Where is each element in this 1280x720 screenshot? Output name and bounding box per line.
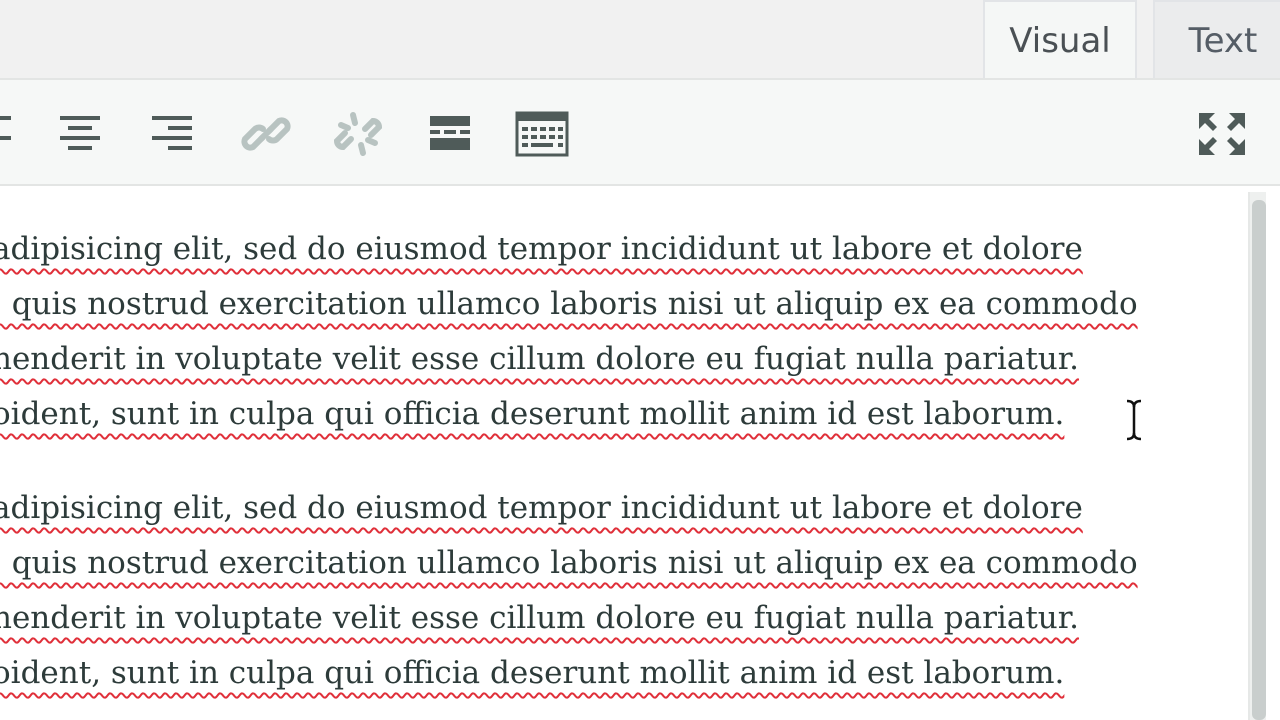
- link-icon[interactable]: [236, 104, 296, 164]
- text-line: , quis nostrud exercitation ullamco labo…: [0, 286, 1138, 322]
- scrollbar-thumb[interactable]: [1252, 200, 1266, 720]
- tab-text[interactable]: Text: [1153, 0, 1280, 80]
- paragraph[interactable]: adipisicing elit, sed do eiusmod tempor …: [0, 222, 1232, 442]
- toolbar-toggle-icon[interactable]: [512, 104, 572, 164]
- text-line: adipisicing elit, sed do eiusmod tempor …: [0, 490, 1083, 526]
- editor-toolbar: [0, 78, 1280, 186]
- text-cursor-icon: [1124, 398, 1144, 442]
- editor-tabs: Visual Text: [0, 0, 1280, 80]
- editor-text[interactable]: adipisicing elit, sed do eiusmod tempor …: [0, 222, 1232, 720]
- align-center-icon[interactable]: [50, 104, 110, 164]
- fullscreen-icon[interactable]: [1192, 104, 1252, 164]
- text-line: oident, sunt in culpa qui officia deseru…: [0, 655, 1065, 691]
- unlink-icon[interactable]: [328, 104, 388, 164]
- text-line: oident, sunt in culpa qui officia deseru…: [0, 396, 1065, 432]
- text-line: henderit in voluptate velit esse cillum …: [0, 600, 1080, 636]
- editor-scrollbar[interactable]: [1248, 192, 1266, 720]
- text-line: , quis nostrud exercitation ullamco labo…: [0, 545, 1138, 581]
- editor-content-area[interactable]: adipisicing elit, sed do eiusmod tempor …: [0, 186, 1280, 720]
- text-line: adipisicing elit, sed do eiusmod tempor …: [0, 231, 1083, 267]
- tab-visual[interactable]: Visual: [983, 0, 1137, 80]
- paragraph[interactable]: adipisicing elit, sed do eiusmod tempor …: [0, 481, 1232, 701]
- read-more-icon[interactable]: [420, 104, 480, 164]
- align-left-icon[interactable]: [0, 104, 30, 164]
- align-right-icon[interactable]: [142, 104, 202, 164]
- text-line: henderit in voluptate velit esse cillum …: [0, 341, 1080, 377]
